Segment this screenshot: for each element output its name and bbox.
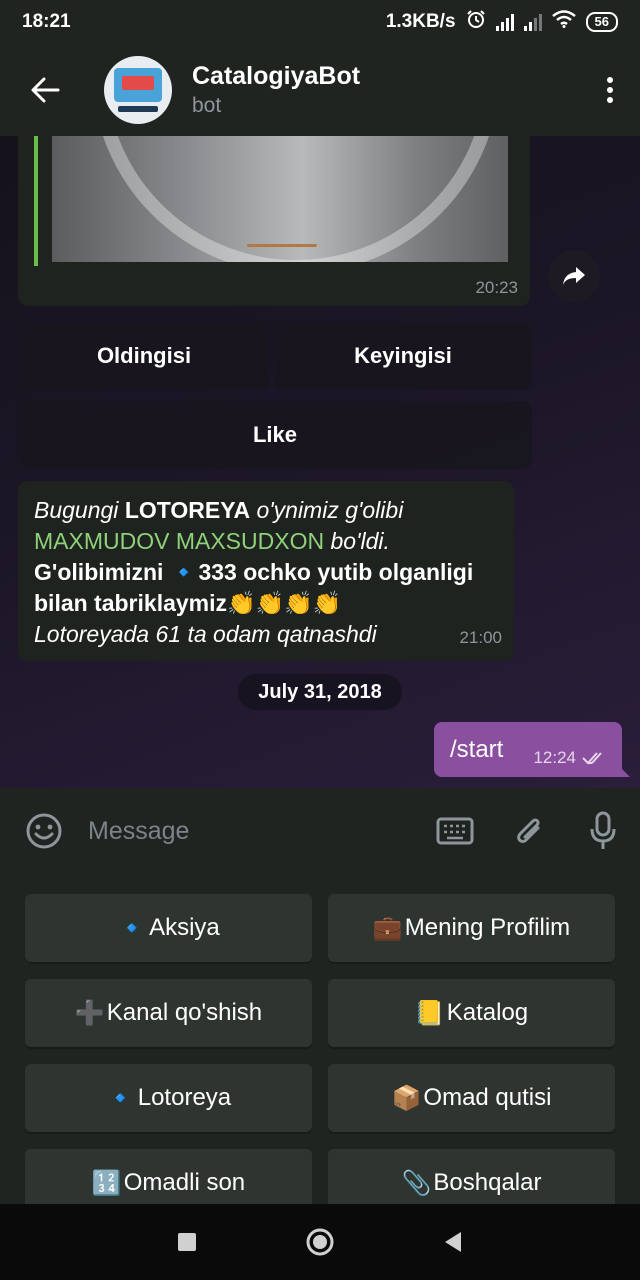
kb-lucky-number-button[interactable]: 🔢 Omadli son [25, 1149, 312, 1204]
back-nav-button[interactable] [418, 1207, 488, 1277]
bot-avatar[interactable] [104, 56, 172, 124]
kb-others-button[interactable]: 📎 Boshqalar [328, 1149, 615, 1204]
chat-subtitle: bot [192, 94, 222, 117]
image-message[interactable]: 20:23 [18, 136, 530, 306]
circle-icon [306, 1228, 334, 1256]
kb-catalog-button[interactable]: 📒 Katalog [328, 979, 615, 1047]
kb-lottery-button[interactable]: 🔹 Lotoreya [25, 1064, 312, 1132]
share-button[interactable] [548, 250, 600, 302]
bot-keyboard-button[interactable] [418, 788, 492, 874]
message-line: bilan tabriklaymiz👏👏👏👏 [34, 590, 342, 616]
microphone-icon [590, 811, 616, 849]
kb-profile-button[interactable]: 💼 Mening Profilim [328, 894, 615, 962]
outgoing-text: /start [450, 735, 504, 763]
message-line: Bugungi LOTOREYA o'ynimiz g'olibi [34, 497, 404, 523]
message-time: 21:00 [459, 628, 502, 647]
recents-button[interactable] [152, 1207, 222, 1277]
message-line: Lotoreyada 61 ta odam qatnashdi [34, 621, 377, 647]
message-time: 20:23 [475, 278, 518, 297]
bot-keyboard: 🔹 Aksiya 💼 Mening Profilim ➕ Kanal qo'shish… [0, 874, 640, 1204]
square-icon [177, 1233, 196, 1251]
chat-title: CatalogiyaBot [192, 62, 361, 90]
composer [0, 788, 640, 874]
kb-luck-box-button[interactable]: 📦 Omad qutisi [328, 1064, 615, 1132]
lottery-message[interactable]: Bugungi LOTOREYA o'ynimiz g'olibi MAXMUD… [18, 481, 514, 661]
date-divider: July 31, 2018 [238, 674, 402, 710]
voice-button[interactable] [566, 788, 640, 874]
outgoing-message[interactable]: /start 12:24 [434, 722, 630, 777]
signal-icon-2 [523, 13, 542, 31]
message-time: 12:24 [533, 748, 576, 767]
network-speed: 1.3KB/s [385, 11, 456, 32]
reply-bar [34, 136, 38, 266]
attach-button[interactable] [492, 788, 566, 874]
paperclip-icon [517, 818, 540, 843]
double-check-icon [582, 752, 602, 765]
chat-header: CatalogiyaBot bot [0, 44, 640, 136]
system-nav-bar [0, 1204, 640, 1280]
battery-icon: 56 [585, 12, 618, 32]
kb-add-channel-button[interactable]: ➕ Kanal qo'shish [25, 979, 312, 1047]
status-bar: 18:21 1.3KB/s 56 [0, 0, 640, 44]
like-button[interactable]: Like [18, 401, 532, 469]
message-meta: 12:24 [533, 748, 608, 768]
chat-area[interactable]: 20:23 Oldingisi Keyingisi Like Bugungi L… [0, 136, 640, 788]
home-button[interactable] [285, 1207, 355, 1277]
keyboard-icon [436, 817, 474, 845]
next-button[interactable]: Keyingisi [274, 322, 532, 390]
more-menu-button[interactable] [580, 44, 640, 136]
chat-info[interactable]: CatalogiyaBot bot [192, 61, 580, 119]
message-photo[interactable] [52, 136, 508, 262]
signal-icon [495, 13, 514, 31]
smiley-icon [26, 813, 62, 849]
message-line: MAXMUDOV MAXSUDXON bo'ldi. [34, 528, 390, 554]
message-input[interactable] [88, 788, 418, 874]
arrow-left-icon [31, 77, 60, 103]
message-line: G'olibimizni 🔹333 ochko yutib olganligi [34, 559, 474, 585]
more-vertical-icon [607, 77, 613, 103]
triangle-back-icon [445, 1232, 462, 1252]
wifi-icon [551, 10, 576, 34]
status-time: 18:21 [22, 11, 71, 32]
prev-button[interactable]: Oldingisi [18, 322, 270, 390]
kb-aksiya-button[interactable]: 🔹 Aksiya [25, 894, 312, 962]
share-icon [563, 267, 585, 285]
status-indicators: 1.3KB/s 56 [386, 9, 618, 35]
emoji-button[interactable] [0, 788, 88, 874]
back-button[interactable] [0, 44, 90, 136]
alarm-icon [466, 9, 486, 35]
